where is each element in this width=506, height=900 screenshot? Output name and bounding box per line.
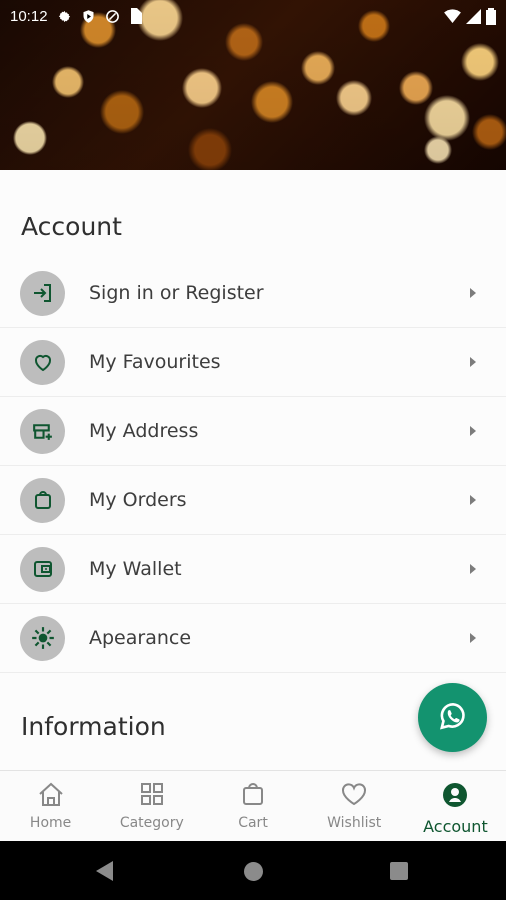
heart-icon [20,339,65,385]
chevron-right-icon [470,633,476,643]
information-section-title: Information [21,712,166,741]
menu-item-address[interactable]: My Address [0,397,506,466]
nav-wishlist[interactable]: Wishlist [304,771,405,841]
menu-label-appearance: Apearance [89,627,192,649]
menu-item-appearance[interactable]: Apearance [0,604,506,673]
whatsapp-button[interactable] [418,683,487,752]
back-icon[interactable] [96,861,113,881]
account-section-title: Account [21,212,122,241]
nav-account[interactable]: Account [405,771,506,841]
sun-icon [20,615,65,661]
menu-label-orders: My Orders [89,489,187,511]
nav-cart[interactable]: Cart [202,771,303,841]
chevron-right-icon [470,357,476,367]
nav-account-label: Account [423,817,488,836]
menu-label-address: My Address [89,420,199,442]
bottom-navigation: Home Category Cart Wishlist Account [0,770,506,841]
chevron-right-icon [470,564,476,574]
home-circle-icon[interactable] [244,862,263,881]
account-menu-list: Sign in or Register My Favourites My Add… [0,259,506,673]
chevron-right-icon [470,426,476,436]
chevron-right-icon [470,495,476,505]
nav-cart-label: Cart [238,815,268,831]
menu-item-orders[interactable]: My Orders [0,466,506,535]
bag-icon [20,477,65,523]
shield-icon [81,9,96,24]
sign-in-icon [20,270,65,316]
system-navigation-bar [0,841,506,900]
nav-home[interactable]: Home [0,771,101,841]
home-icon [37,781,65,811]
menu-label-wallet: My Wallet [89,558,182,580]
cart-icon [240,781,266,811]
heart-icon [340,781,368,811]
wallet-icon [20,546,65,592]
menu-item-favourites[interactable]: My Favourites [0,328,506,397]
menu-label-favourites: My Favourites [89,351,221,373]
recent-apps-icon[interactable] [390,862,408,880]
account-page-content: Account Sign in or Register My Favourite… [0,170,506,770]
nav-category-label: Category [119,815,184,831]
menu-item-sign-in[interactable]: Sign in or Register [0,259,506,328]
whatsapp-icon [436,699,470,737]
dnd-icon [105,9,120,24]
status-bar: 10:12 [0,0,506,32]
nav-home-label: Home [29,815,72,831]
grid-icon [139,781,165,811]
status-time: 10:12 [10,7,48,25]
gear-icon [57,9,72,24]
account-icon [441,781,469,813]
nav-wishlist-label: Wishlist [327,815,382,831]
signal-icon [466,8,481,24]
menu-item-wallet[interactable]: My Wallet [0,535,506,604]
battery-icon [486,7,496,25]
nav-category[interactable]: Category [101,771,202,841]
sim-icon [129,8,142,24]
wifi-icon [444,9,461,23]
chevron-right-icon [470,288,476,298]
menu-label-sign-in: Sign in or Register [89,282,264,304]
address-icon [20,408,65,454]
